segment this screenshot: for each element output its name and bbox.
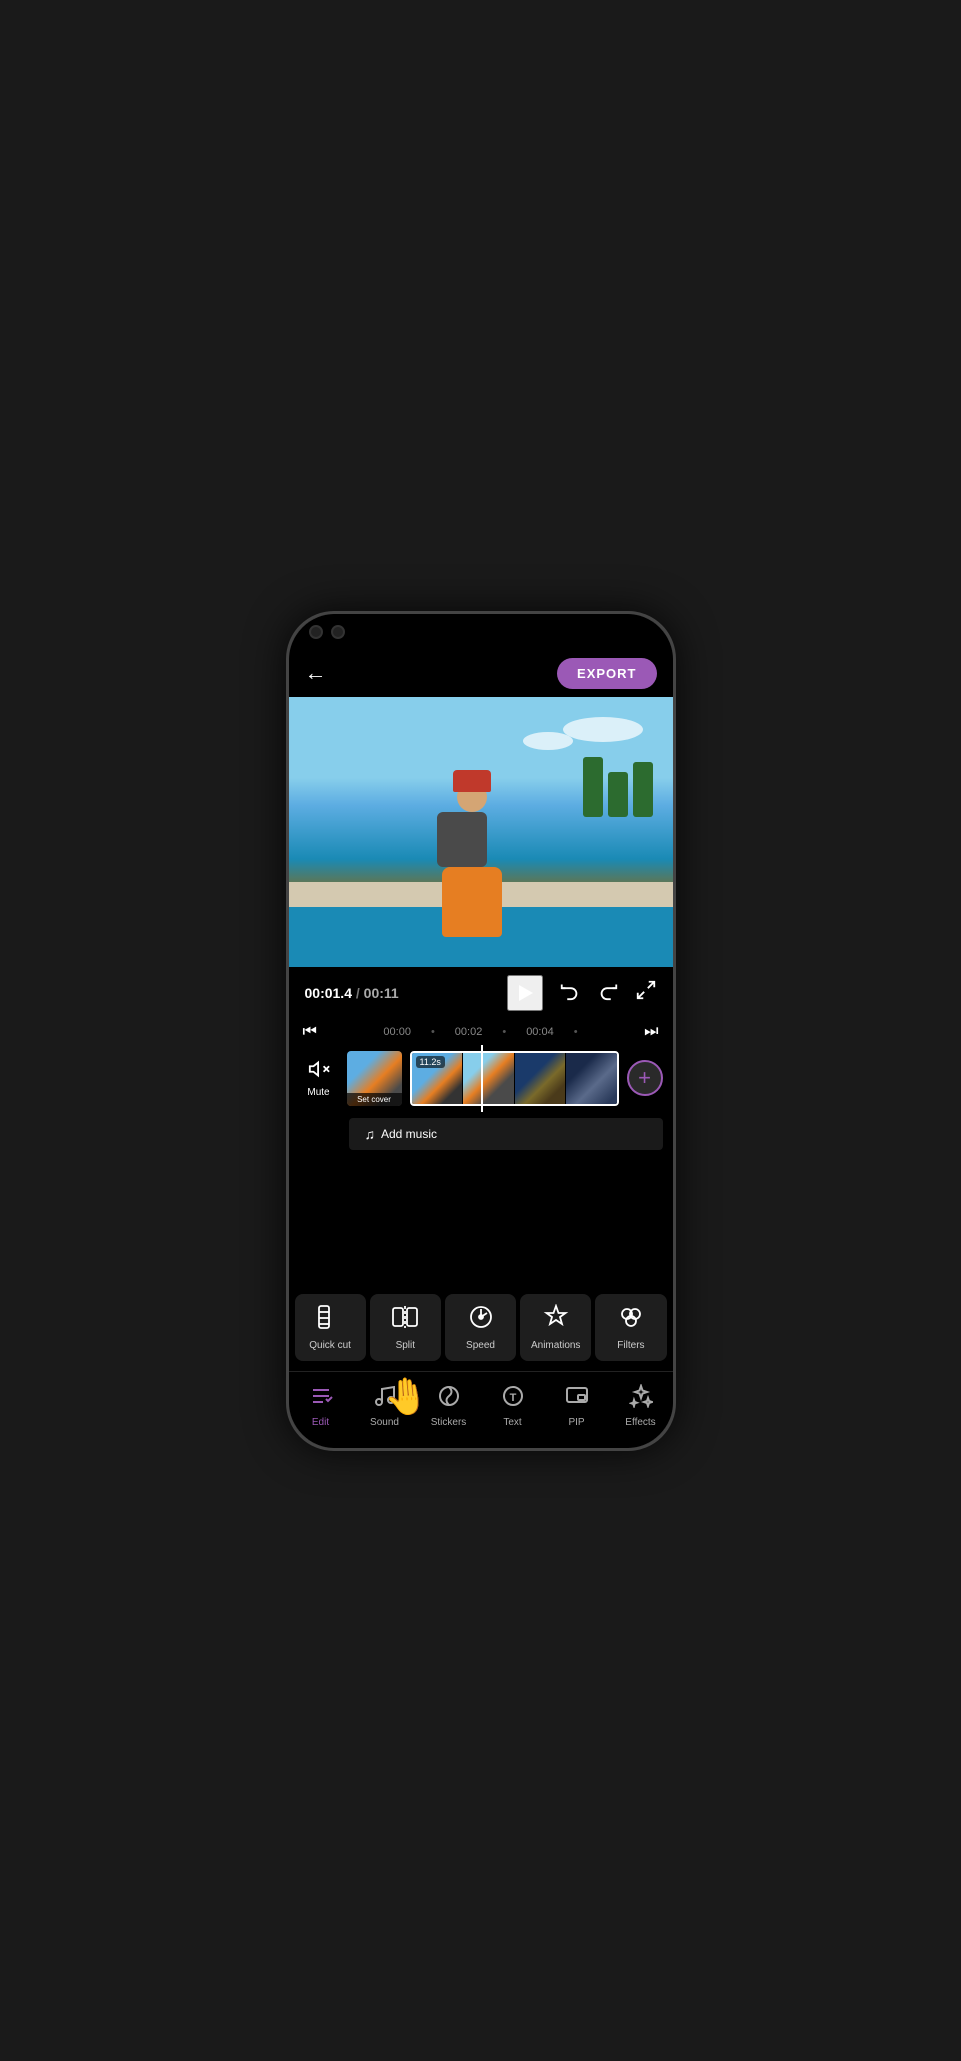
header: ← EXPORT (289, 650, 673, 697)
nav-label-effects: Effects (625, 1417, 655, 1428)
camera-bar (289, 614, 673, 650)
animations-icon (543, 1304, 569, 1336)
current-time: 00:01.4 (305, 985, 352, 1001)
quick-cut-label: Quick cut (309, 1340, 351, 1351)
person-jacket (442, 867, 502, 937)
speed-icon (468, 1304, 494, 1336)
nav-item-stickers[interactable]: Stickers (417, 1380, 481, 1432)
nav-item-text[interactable]: T Text (481, 1380, 545, 1432)
nav-label-text: Text (503, 1417, 521, 1428)
nav-label-sound: Sound (370, 1417, 399, 1428)
mute-icon (308, 1058, 330, 1085)
mute-label: Mute (307, 1087, 329, 1098)
timeline-start-button[interactable]: ⏮ (303, 1023, 317, 1041)
add-clip-button[interactable]: + (627, 1060, 663, 1096)
add-music-label: Add music (381, 1127, 437, 1141)
sound-icon (373, 1384, 397, 1414)
camera-dot-left (309, 625, 323, 639)
clip-frame-3 (515, 1053, 566, 1104)
split-label: Split (396, 1340, 415, 1351)
person-backpack (437, 812, 487, 867)
quick-cut-icon (317, 1304, 343, 1336)
time-separator: / (356, 985, 364, 1001)
svg-text:T: T (509, 1392, 516, 1404)
nav-label-edit: Edit (312, 1417, 329, 1428)
clip-frame-4 (566, 1053, 617, 1104)
timeline-end-button[interactable]: ⏭ (644, 1023, 658, 1041)
person-body (442, 782, 502, 937)
person-hat (453, 770, 491, 792)
nav-item-effects[interactable]: Effects (609, 1380, 673, 1432)
cloud-1 (563, 717, 643, 742)
phone-frame: ← EXPORT (286, 611, 676, 1451)
play-button[interactable] (507, 975, 543, 1011)
fullscreen-icon[interactable] (635, 979, 657, 1007)
tree-3 (633, 762, 653, 817)
set-cover-label: Set cover (347, 1093, 402, 1106)
control-icons (507, 975, 657, 1011)
tool-speed[interactable]: Speed (445, 1294, 516, 1361)
video-controls: 00:01.4 / 00:11 (289, 967, 673, 1019)
nav-label-pip: PIP (568, 1417, 584, 1428)
text-icon: T (501, 1384, 525, 1414)
back-button[interactable]: ← (305, 660, 327, 686)
add-music-bar: ♫ Add music (289, 1112, 673, 1156)
person (427, 777, 517, 937)
undo-icon[interactable] (559, 979, 581, 1007)
phone-inner: ← EXPORT (289, 614, 673, 1448)
timeline-spacer (289, 1156, 673, 1284)
redo-icon[interactable] (597, 979, 619, 1007)
clip-strip[interactable]: 11.2s (410, 1051, 619, 1106)
nav-item-edit[interactable]: Edit (289, 1380, 353, 1432)
person-head (457, 782, 487, 812)
set-cover-thumbnail[interactable]: Set cover (347, 1051, 402, 1106)
trees (583, 757, 653, 817)
filters-label: Filters (617, 1340, 644, 1351)
split-icon (392, 1304, 418, 1336)
timeline-markers: 00:00 • 00:02 • 00:04 • (383, 1026, 577, 1038)
tool-split[interactable]: Split (370, 1294, 441, 1361)
timeline-bar: ⏮ 00:00 • 00:02 • 00:04 • ⏭ (289, 1019, 673, 1045)
video-scene (289, 697, 673, 967)
speed-label: Speed (466, 1340, 495, 1351)
export-button[interactable]: EXPORT (557, 658, 656, 689)
marker-1: 00:02 (455, 1026, 483, 1038)
mute-button[interactable]: Mute (299, 1058, 339, 1098)
effects-icon (629, 1384, 653, 1414)
edit-icon (309, 1384, 333, 1414)
tree-1 (583, 757, 603, 817)
nav-label-stickers: Stickers (431, 1417, 467, 1428)
camera-dot-right (331, 625, 345, 639)
tool-filters[interactable]: Filters (595, 1294, 666, 1361)
camera-notch (309, 625, 345, 639)
marker-2: 00:04 (526, 1026, 554, 1038)
tree-2 (608, 772, 628, 817)
clip-duration-badge: 11.2s (416, 1056, 445, 1068)
filters-icon (618, 1304, 644, 1336)
play-icon (513, 981, 537, 1005)
tool-animations[interactable]: Animations (520, 1294, 591, 1361)
add-music-button[interactable]: ♫ Add music (349, 1118, 663, 1150)
cloud-2 (523, 732, 573, 750)
video-preview (289, 697, 673, 967)
clip-timeline-wrapper: Mute Set cover 11.2s + (289, 1045, 673, 1112)
tool-strip: Quick cut Split (289, 1284, 673, 1371)
animations-label: Animations (531, 1340, 580, 1351)
time-display: 00:01.4 / 00:11 (305, 985, 399, 1001)
stickers-icon (437, 1384, 461, 1414)
clip-timeline: Mute Set cover 11.2s + (289, 1045, 673, 1112)
bottom-nav: Edit Sound (289, 1371, 673, 1448)
clip-frame-2 (463, 1053, 514, 1104)
total-time: 00:11 (364, 985, 399, 1001)
music-icon: ♫ (365, 1126, 376, 1142)
nav-item-sound[interactable]: Sound (353, 1380, 417, 1432)
tool-quick-cut[interactable]: Quick cut (295, 1294, 366, 1361)
marker-0: 00:00 (383, 1026, 411, 1038)
nav-item-pip[interactable]: PIP (545, 1380, 609, 1432)
pip-icon (565, 1384, 589, 1414)
